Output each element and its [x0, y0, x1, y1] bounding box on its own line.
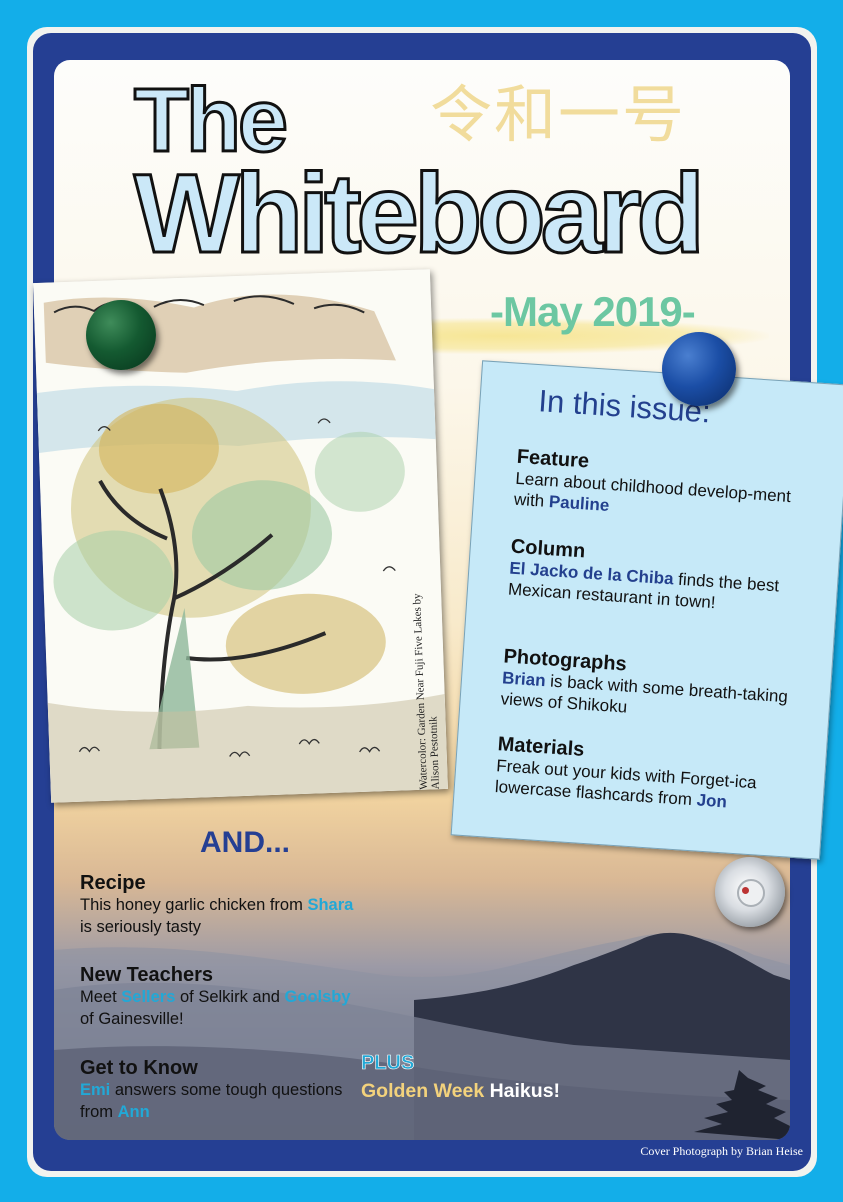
section-text: Meet Sellers of Selkirk and Goolsby of G…: [80, 988, 351, 1028]
contents-item-column[interactable]: Column El Jacko de la Chiba finds the be…: [507, 536, 821, 621]
plus-label: PLUS: [361, 1052, 415, 1075]
section-title: Get to Know: [80, 1057, 198, 1079]
contents-item-feature[interactable]: Feature Learn about childhood develop-me…: [513, 446, 827, 531]
blue-pushpin-icon: [662, 332, 736, 406]
green-pushpin-icon: [86, 300, 156, 370]
new-teachers-section[interactable]: New Teachers Meet Sellers of Selkirk and…: [80, 964, 360, 1031]
issue-date: -May 2019-: [490, 288, 696, 335]
get-to-know-section[interactable]: Get to Know Emi answers some tough quest…: [80, 1057, 360, 1124]
contents-item-photographs[interactable]: Photographs Brian is back with some brea…: [500, 645, 814, 730]
section-text: This honey garlic chicken from Shara is …: [80, 896, 354, 936]
recipe-section[interactable]: Recipe This honey garlic chicken from Sh…: [80, 872, 360, 939]
cover-photo-credit: Cover Photograph by Brian Heise: [640, 1144, 803, 1158]
and-heading: AND...: [200, 826, 290, 859]
contents-item-materials[interactable]: Materials Freak out your kids with Forge…: [494, 733, 808, 818]
section-title: New Teachers: [80, 964, 214, 986]
contents-card: In this issue: Feature Learn about child…: [450, 360, 843, 860]
era-kanji: 令和一号: [430, 78, 687, 151]
section-text: Emi answers some tough questions from An…: [80, 1081, 343, 1121]
section-title: Recipe: [80, 872, 146, 894]
golden-week-haikus[interactable]: Golden Week Haikus!: [361, 1080, 560, 1103]
clear-pushpin-icon: [715, 857, 785, 927]
masthead-title-whiteboard: Whiteboard: [133, 151, 707, 276]
